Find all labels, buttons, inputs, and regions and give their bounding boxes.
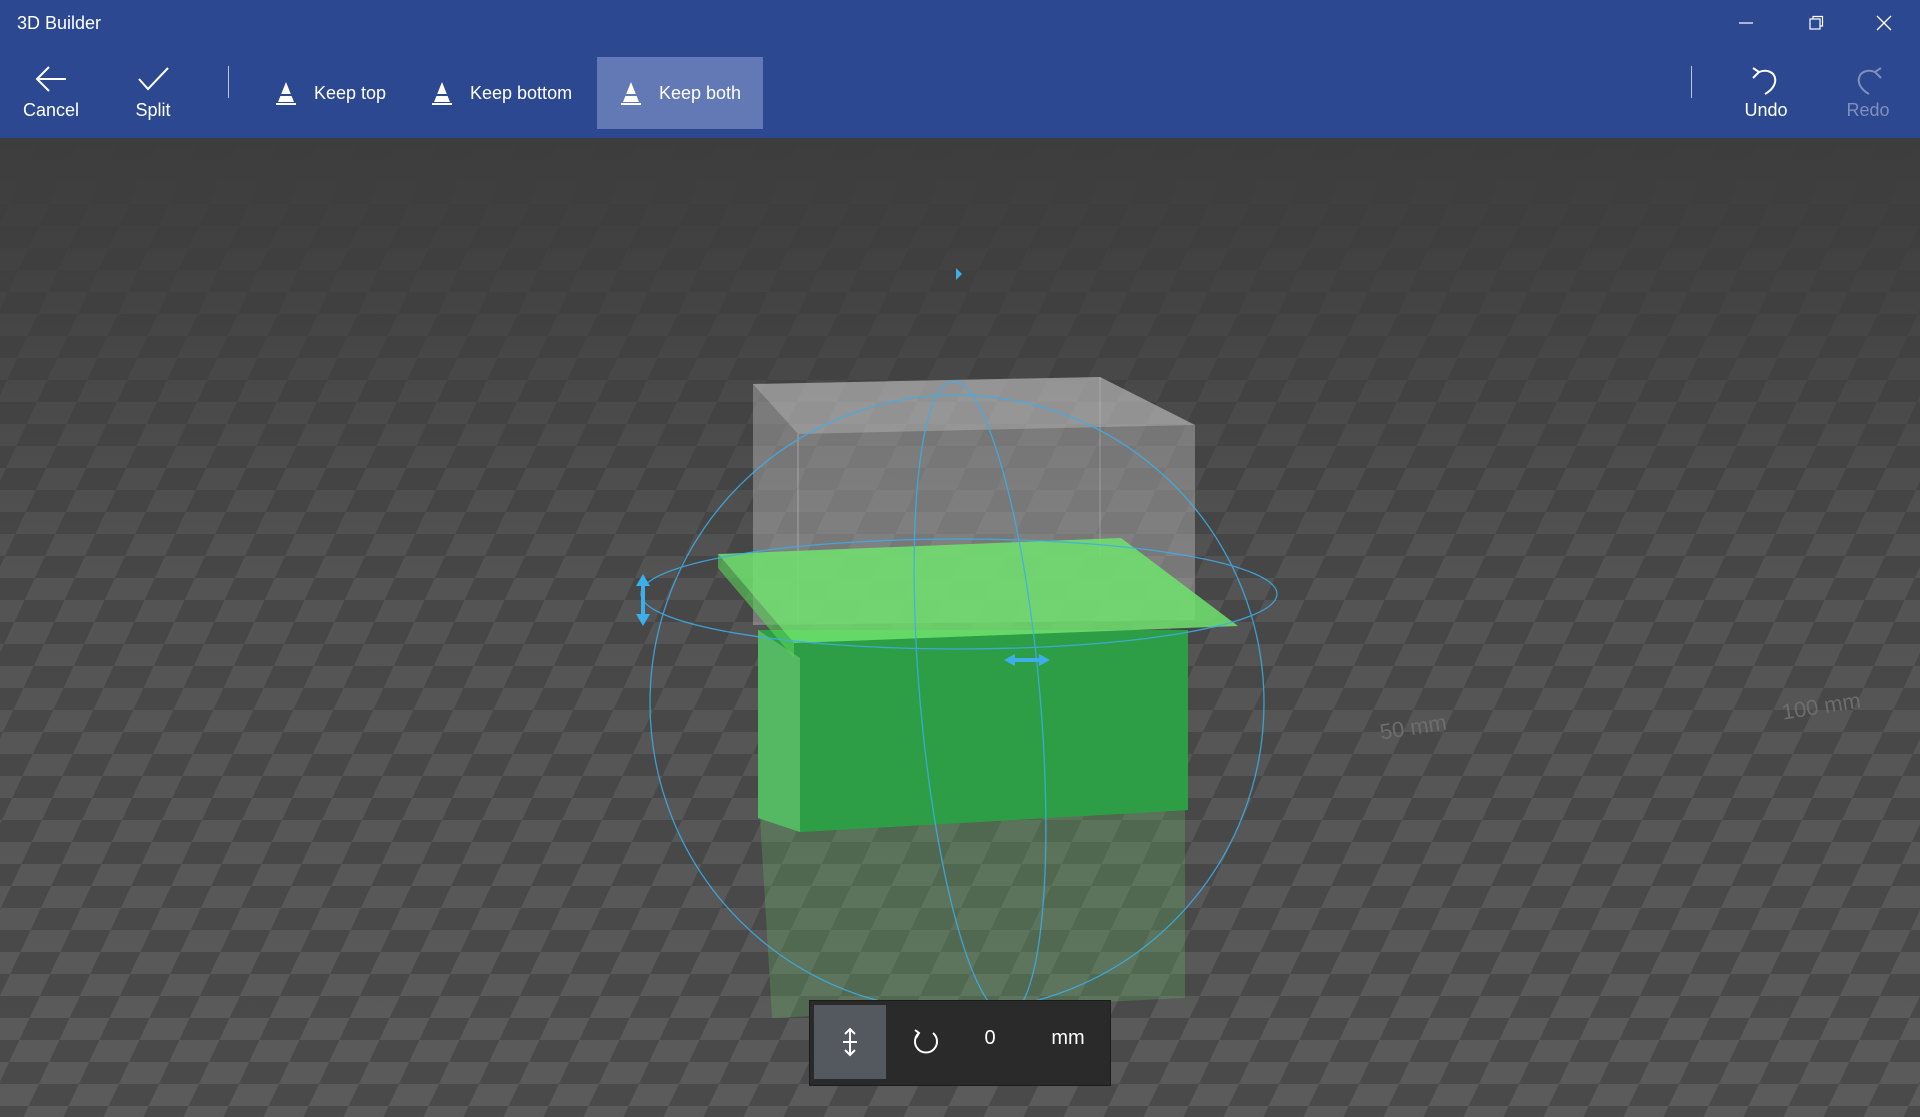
cancel-button[interactable]: Cancel: [1, 48, 101, 138]
minimize-button[interactable]: [1712, 0, 1780, 46]
restore-button[interactable]: [1782, 0, 1850, 46]
toolbar-divider: [228, 66, 229, 98]
keep-both-label: Keep both: [659, 82, 742, 103]
title-bar: 3D Builder: [0, 0, 1920, 48]
close-icon: [1876, 15, 1892, 31]
keep-both-button[interactable]: Keep both: [597, 57, 763, 129]
split-button[interactable]: Split: [103, 48, 203, 138]
3d-viewport[interactable]: 50 mm 100 mm: [0, 138, 1920, 1117]
rotate-icon: [914, 1029, 938, 1054]
bottom-part: [758, 630, 1188, 832]
keep-top-label: Keep top: [314, 82, 387, 103]
toolbar: Cancel Split Keep top Keep bottom Keep b…: [0, 48, 1920, 138]
restore-icon: [1809, 15, 1824, 30]
move-arrows-icon: [843, 1027, 857, 1057]
redo-button[interactable]: Redo: [1818, 48, 1918, 138]
undo-icon: [1752, 67, 1777, 95]
close-button[interactable]: [1850, 0, 1918, 46]
keep-bottom-button[interactable]: Keep bottom: [410, 57, 590, 129]
keep-bottom-label: Keep bottom: [470, 82, 573, 103]
keep-bottom-icon: [432, 82, 452, 105]
redo-label: Redo: [1846, 100, 1890, 120]
back-arrow-icon: [35, 66, 66, 92]
toolbar-divider-right: [1691, 66, 1692, 98]
offset-unit-label: mm: [1051, 1027, 1085, 1049]
offset-value-field[interactable]: 0: [960, 1027, 1020, 1050]
scene-canvas[interactable]: [0, 138, 1920, 1117]
cancel-label: Cancel: [22, 100, 80, 120]
checkmark-icon: [138, 67, 169, 91]
keep-both-icon: [621, 82, 641, 105]
split-label: Split: [135, 100, 171, 120]
app-title: 3D Builder: [17, 13, 102, 33]
redo-icon: [1857, 67, 1882, 95]
transform-panel: 0 mm: [810, 1001, 1110, 1085]
keep-top-icon: [276, 82, 296, 105]
minimize-icon: [1739, 22, 1753, 24]
rotate-mode-button[interactable]: [896, 1005, 956, 1079]
move-mode-button[interactable]: [814, 1005, 886, 1079]
keep-top-button[interactable]: Keep top: [254, 57, 404, 129]
undo-label: Undo: [1744, 100, 1788, 120]
undo-button[interactable]: Undo: [1716, 48, 1816, 138]
